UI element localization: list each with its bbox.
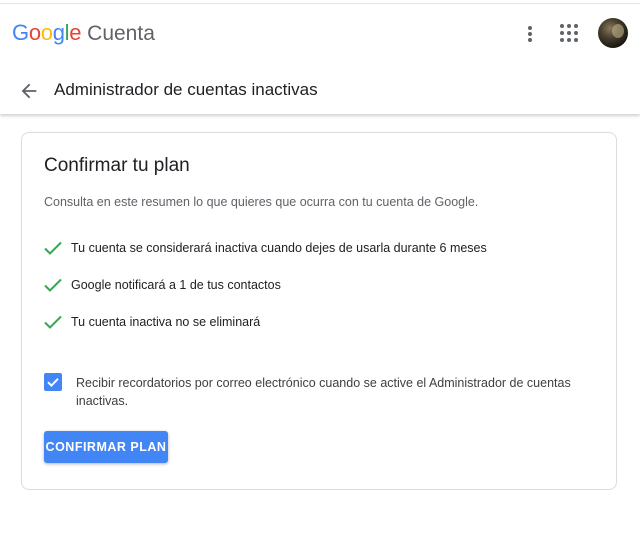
google-logo: Google [12, 20, 82, 45]
app-header: Google Cuenta Administrador de cuentas i… [0, 4, 640, 114]
card-description: Consulta en este resumen lo que quieres … [44, 195, 479, 209]
reminder-checkbox[interactable] [44, 373, 62, 391]
card-title: Confirmar tu plan [44, 155, 190, 176]
reminder-label: Recibir recordatorios por correo electró… [76, 376, 571, 408]
account-avatar[interactable] [598, 18, 628, 48]
arrow-back-icon[interactable] [18, 80, 40, 102]
product-name: Cuenta [87, 22, 155, 45]
checkmark-icon [47, 378, 59, 388]
summary-item-text: Google notificará a 1 de tus contactos [71, 278, 281, 292]
summary-item: Google notificará a 1 de tus contactos [44, 275, 281, 295]
summary-item: Tu cuenta se considerará inactiva cuando… [44, 238, 487, 258]
confirm-plan-card: Confirmar tu plan Consulta en este resum… [21, 132, 617, 490]
summary-item: Tu cuenta inactiva no se eliminará [44, 312, 260, 332]
confirm-plan-button[interactable]: CONFIRMAR PLAN [44, 431, 168, 463]
summary-item-text: Tu cuenta inactiva no se eliminará [71, 315, 261, 329]
check-icon [44, 241, 62, 255]
check-icon [44, 278, 62, 292]
google-account-logo[interactable]: Google Cuenta [12, 20, 155, 48]
apps-grid-icon[interactable] [560, 24, 580, 44]
page-title: Administrador de cuentas inactivas [54, 80, 318, 99]
check-icon [44, 315, 62, 329]
more-vert-icon[interactable] [520, 22, 540, 46]
page-subheader: Administrador de cuentas inactivas [0, 68, 640, 114]
summary-item-text: Tu cuenta se considerará inactiva cuando… [71, 241, 487, 255]
